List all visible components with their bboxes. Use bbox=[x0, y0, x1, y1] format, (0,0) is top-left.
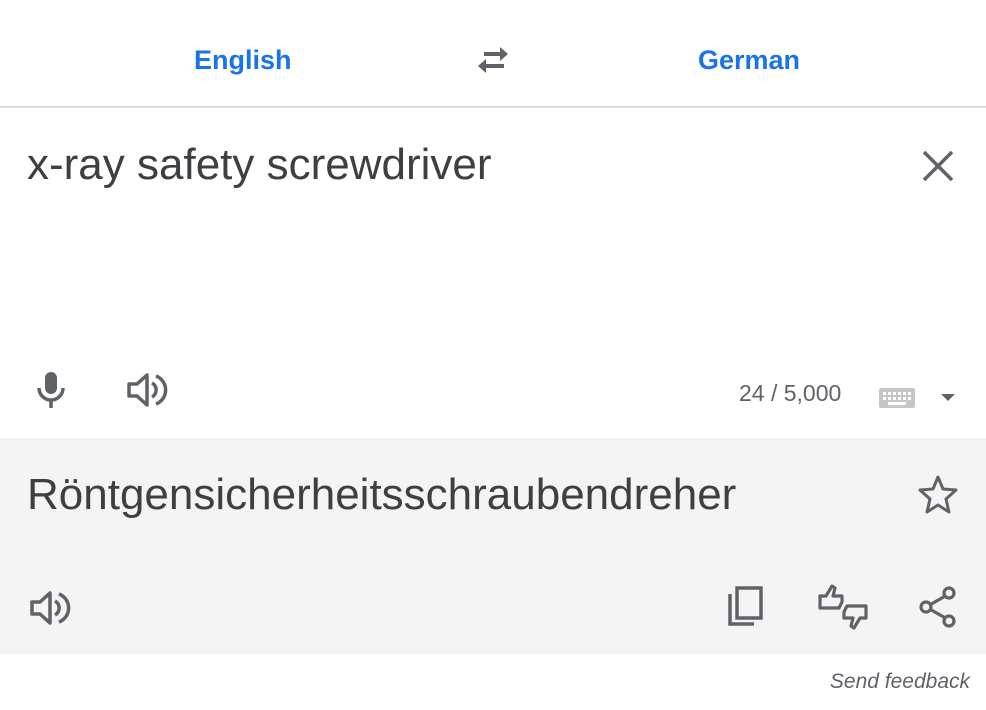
listen-translation-button[interactable] bbox=[28, 586, 72, 630]
character-count: 24 / 5,000 bbox=[739, 380, 842, 406]
voice-input-button[interactable] bbox=[30, 368, 72, 412]
save-translation-button[interactable] bbox=[916, 472, 960, 516]
input-tools-dropdown[interactable] bbox=[938, 390, 958, 404]
source-text-input[interactable]: x-ray safety screwdriver bbox=[27, 140, 492, 190]
swap-languages-button[interactable] bbox=[472, 42, 516, 78]
translation-text: Röntgensicherheitsschraubendreher bbox=[27, 470, 737, 519]
star-icon bbox=[918, 475, 958, 514]
source-panel: x-ray safety screwdriver 24 / 5,000 bbox=[0, 110, 986, 438]
close-icon bbox=[922, 150, 954, 182]
share-translation-button[interactable] bbox=[916, 584, 960, 630]
swap-arrows-icon bbox=[478, 47, 508, 73]
language-bar: English German bbox=[0, 0, 986, 108]
clear-source-button[interactable] bbox=[918, 146, 958, 186]
copy-translation-button[interactable] bbox=[724, 584, 768, 630]
thumbs-up-down-icon bbox=[818, 584, 868, 630]
keyboard-icon bbox=[879, 388, 915, 408]
keyboard-button[interactable] bbox=[878, 386, 916, 410]
share-icon bbox=[919, 586, 956, 628]
result-panel: Röntgensicherheitsschraubendreher bbox=[0, 438, 986, 654]
triangle-down-icon bbox=[941, 394, 955, 401]
send-feedback-link[interactable]: Send feedback bbox=[830, 670, 970, 694]
listen-source-button[interactable] bbox=[125, 368, 169, 412]
rate-translation-button[interactable] bbox=[816, 582, 870, 632]
microphone-icon bbox=[37, 372, 65, 408]
speaker-icon bbox=[127, 373, 168, 407]
source-language-button[interactable]: English bbox=[194, 42, 292, 78]
copy-icon bbox=[728, 586, 763, 626]
speaker-icon bbox=[30, 591, 71, 625]
target-language-button[interactable]: German bbox=[698, 42, 800, 78]
